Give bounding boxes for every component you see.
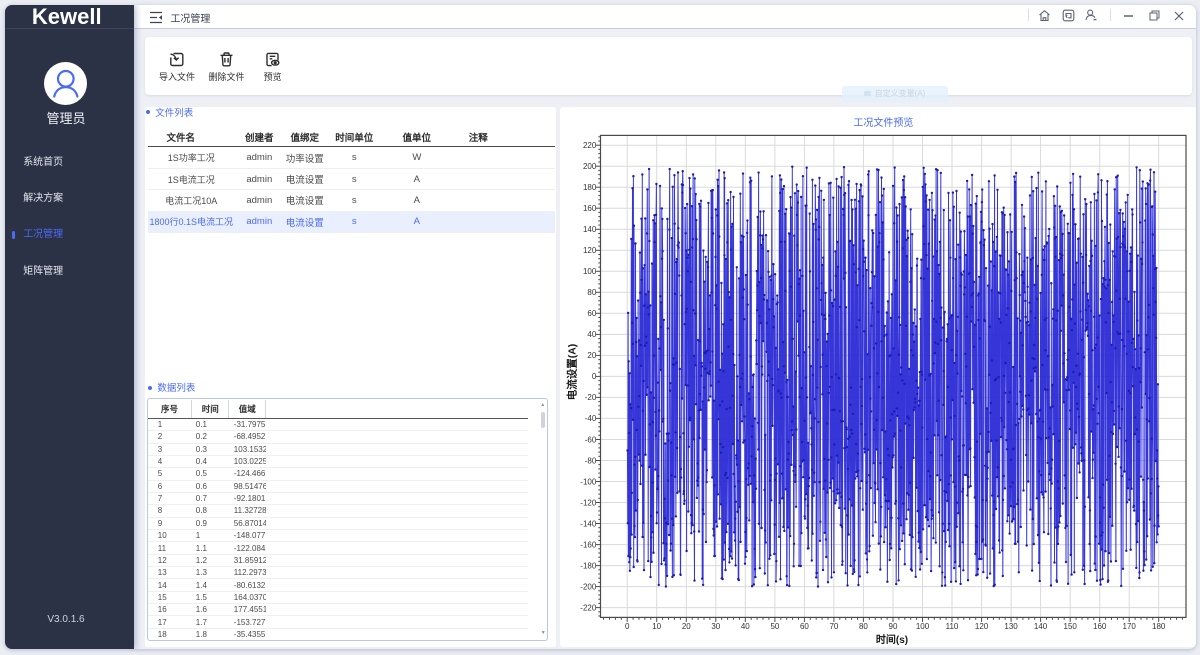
svg-text:160: 160	[1093, 622, 1107, 631]
svg-text:140: 140	[1034, 622, 1048, 631]
svg-text:130: 130	[1004, 622, 1018, 631]
svg-text:80: 80	[587, 288, 596, 297]
svg-text:180: 180	[1152, 622, 1166, 631]
svg-text:10: 10	[652, 622, 661, 631]
svg-text:150: 150	[1064, 622, 1078, 631]
svg-text:110: 110	[946, 622, 959, 631]
svg-text:100: 100	[916, 622, 930, 631]
svg-text:100: 100	[583, 267, 597, 276]
svg-text:140: 140	[583, 225, 597, 234]
svg-text:-160: -160	[580, 540, 597, 549]
svg-text:40: 40	[587, 330, 596, 339]
svg-text:-80: -80	[585, 456, 597, 465]
svg-text:20: 20	[682, 622, 691, 631]
svg-text:40: 40	[741, 622, 750, 631]
svg-text:30: 30	[711, 622, 720, 631]
svg-text:220: 220	[583, 141, 597, 150]
svg-text:-140: -140	[580, 519, 597, 528]
svg-text:-60: -60	[585, 435, 597, 444]
svg-text:60: 60	[800, 622, 809, 631]
svg-text:170: 170	[1123, 622, 1137, 631]
svg-text:80: 80	[859, 622, 868, 631]
svg-text:50: 50	[770, 622, 779, 631]
svg-text:-220: -220	[580, 603, 597, 612]
svg-text:60: 60	[587, 309, 596, 318]
svg-text:180: 180	[583, 183, 597, 192]
svg-text:70: 70	[829, 622, 838, 631]
svg-text:-120: -120	[580, 498, 597, 507]
svg-text:0: 0	[625, 622, 630, 631]
svg-text:-100: -100	[580, 477, 597, 486]
svg-text:-200: -200	[580, 582, 597, 591]
svg-text:20: 20	[587, 351, 596, 360]
svg-text:0: 0	[592, 372, 597, 381]
svg-text:-40: -40	[585, 414, 597, 423]
svg-text:-20: -20	[585, 393, 597, 402]
svg-text:120: 120	[583, 246, 597, 255]
svg-text:90: 90	[889, 622, 898, 631]
svg-text:电流设置(A): 电流设置(A)	[566, 344, 579, 401]
svg-text:时间(s): 时间(s)	[876, 633, 908, 646]
svg-text:160: 160	[583, 204, 597, 213]
svg-text:200: 200	[583, 162, 597, 171]
svg-text:120: 120	[975, 622, 989, 631]
svg-text:-180: -180	[580, 561, 597, 570]
